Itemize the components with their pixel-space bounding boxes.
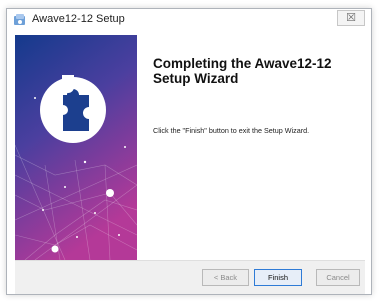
finish-button[interactable]: Finish bbox=[254, 269, 302, 286]
back-button[interactable]: < Back bbox=[202, 269, 249, 286]
instruction-text: Click the "Finish" button to exit the Se… bbox=[153, 126, 310, 135]
wizard-content: Completing the Awave12-12 Setup Wizard C… bbox=[15, 35, 365, 260]
close-icon: ☒ bbox=[346, 11, 356, 24]
cancel-button[interactable]: Cancel bbox=[316, 269, 360, 286]
button-bar: < Back Finish Cancel bbox=[15, 260, 365, 294]
close-button[interactable]: ☒ bbox=[337, 10, 365, 26]
window-title: Awave12-12 Setup bbox=[32, 13, 125, 25]
side-banner bbox=[15, 35, 137, 260]
banner-graphic bbox=[15, 35, 137, 260]
setup-window: Awave12-12 Setup ☒ Completing the Awave1… bbox=[6, 8, 372, 295]
page-title: Completing the Awave12-12 Setup Wizard bbox=[153, 56, 332, 86]
title-bar[interactable]: Awave12-12 Setup ☒ bbox=[7, 9, 371, 31]
main-pane: Completing the Awave12-12 Setup Wizard C… bbox=[137, 35, 365, 260]
installer-icon bbox=[14, 14, 25, 25]
